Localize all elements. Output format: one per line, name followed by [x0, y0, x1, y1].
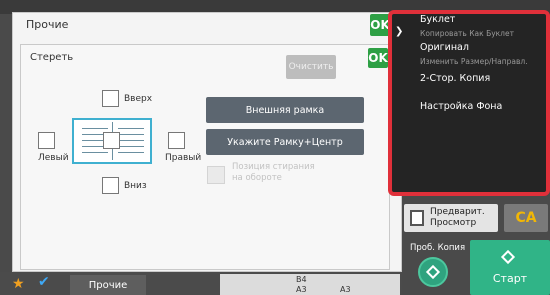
panel-item-background[interactable]: Настройка Фона: [420, 101, 502, 112]
clear-button[interactable]: Очистить: [286, 55, 336, 79]
diamond-icon: [425, 264, 441, 280]
check-icon[interactable]: ✔: [38, 274, 50, 290]
back-side-checkbox[interactable]: [207, 166, 225, 184]
paper-label: A3: [340, 285, 351, 294]
clear-all-button[interactable]: CA: [504, 204, 548, 232]
proof-copy-button[interactable]: [418, 257, 448, 287]
panel-item-duplex[interactable]: 2-Стор. Копия: [420, 73, 490, 84]
paper-label: A3: [296, 285, 307, 294]
bottom-label: Вниз: [124, 181, 147, 191]
other-dialog-ok-button[interactable]: OK: [370, 14, 390, 36]
panel-item-original[interactable]: Оригинал: [420, 42, 469, 53]
preview-button[interactable]: Предварит. Просмотр: [404, 204, 498, 232]
paper-size-strip: B4 A3 A3: [220, 274, 400, 295]
panel-item-booklet-sub: Копировать Как Буклет: [420, 29, 514, 38]
erase-dialog-title: Стереть: [30, 52, 74, 63]
diamond-icon: [500, 249, 516, 265]
left-label: Левый: [38, 153, 69, 163]
start-label: Старт: [492, 272, 528, 285]
panel-item-booklet[interactable]: Буклет: [420, 14, 455, 25]
other-dialog-title: Прочие: [26, 18, 69, 31]
right-label: Правый: [165, 153, 202, 163]
star-icon[interactable]: ★: [12, 276, 25, 292]
preview-icon: [410, 210, 424, 226]
bottom-checkbox[interactable]: [102, 177, 119, 194]
left-checkbox[interactable]: [38, 132, 55, 149]
right-checkbox[interactable]: [168, 132, 185, 149]
top-label: Вверх: [124, 94, 153, 104]
top-checkbox[interactable]: [102, 90, 119, 107]
center-checkbox[interactable]: [103, 132, 120, 149]
panel-item-original-sub: Изменить Размер/Направл.: [420, 57, 528, 66]
tab-other[interactable]: Прочие: [70, 275, 146, 295]
outer-frame-button[interactable]: Внешняя рамка: [206, 97, 364, 123]
frame-center-button[interactable]: Укажите Рамку+Центр: [206, 129, 364, 155]
paper-label: B4: [296, 275, 307, 284]
chevron-right-icon[interactable]: ❯: [395, 26, 403, 37]
back-side-label: Позиция стирания на обороте: [232, 162, 315, 183]
erase-dialog-ok-button[interactable]: OK: [368, 48, 388, 68]
start-button[interactable]: Старт: [470, 240, 550, 295]
proof-copy-label: Проб. Копия: [410, 243, 466, 253]
